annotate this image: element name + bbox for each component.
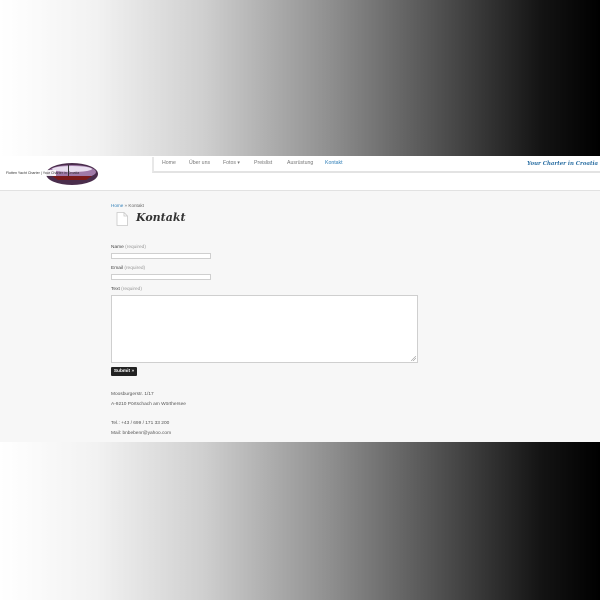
name-input[interactable]: [111, 253, 211, 259]
email-label-text: Email: [111, 266, 123, 271]
logo-text: Flotten Yacht Charter | Your Charter in …: [6, 171, 80, 175]
name-label-text: Name: [111, 245, 124, 250]
message-textarea[interactable]: [111, 295, 418, 363]
breadcrumb: Home » Kontakt: [111, 203, 144, 208]
email-input[interactable]: [111, 274, 211, 280]
submit-button[interactable]: Submit »: [111, 367, 137, 376]
nav-item-ausruestung[interactable]: Ausrüstung: [287, 160, 313, 166]
email-address: Mail: bnbebenr@yahoo.com: [111, 431, 172, 436]
website-page: Flotten Yacht Charter | Your Charter in …: [0, 156, 600, 442]
site-header: Flotten Yacht Charter | Your Charter in …: [0, 156, 600, 191]
nav-item-home[interactable]: Home: [162, 160, 176, 166]
nav-item-kontakt[interactable]: Kontakt: [325, 160, 343, 166]
nav-item-preislist[interactable]: Preislist: [254, 160, 272, 166]
nav-item-fotos[interactable]: Fotos ▾: [223, 160, 240, 166]
nav-item-ueber-uns[interactable]: Über uns: [189, 160, 210, 166]
site-tagline: Your Charter in Croatia: [527, 161, 598, 167]
breadcrumb-current: Kontakt: [128, 203, 144, 208]
page-icon: [116, 212, 128, 231]
text-required: (required): [121, 287, 142, 292]
email-label: Email (required): [111, 266, 145, 271]
site-logo[interactable]: Flotten Yacht Charter | Your Charter in …: [6, 162, 98, 186]
address-line-2: A-9210 Pörtschach am Wörthersee: [111, 402, 186, 407]
address-line-1: Moosburgerstr. 1/17: [111, 392, 154, 397]
email-required: (required): [124, 266, 146, 271]
page-title: Kontakt: [136, 211, 186, 224]
resize-grip-icon[interactable]: [411, 356, 416, 361]
text-label: Text (required): [111, 287, 142, 292]
name-label: Name (required): [111, 245, 146, 250]
text-label-text: Text: [111, 287, 120, 292]
breadcrumb-home-link[interactable]: Home: [111, 203, 123, 208]
name-required: (required): [125, 245, 146, 250]
main-nav: Home Über uns Fotos ▾ Preislist Ausrüstu…: [152, 157, 600, 173]
phone-number: Tel.: +43 / 699 / 171 33 200: [111, 421, 170, 426]
